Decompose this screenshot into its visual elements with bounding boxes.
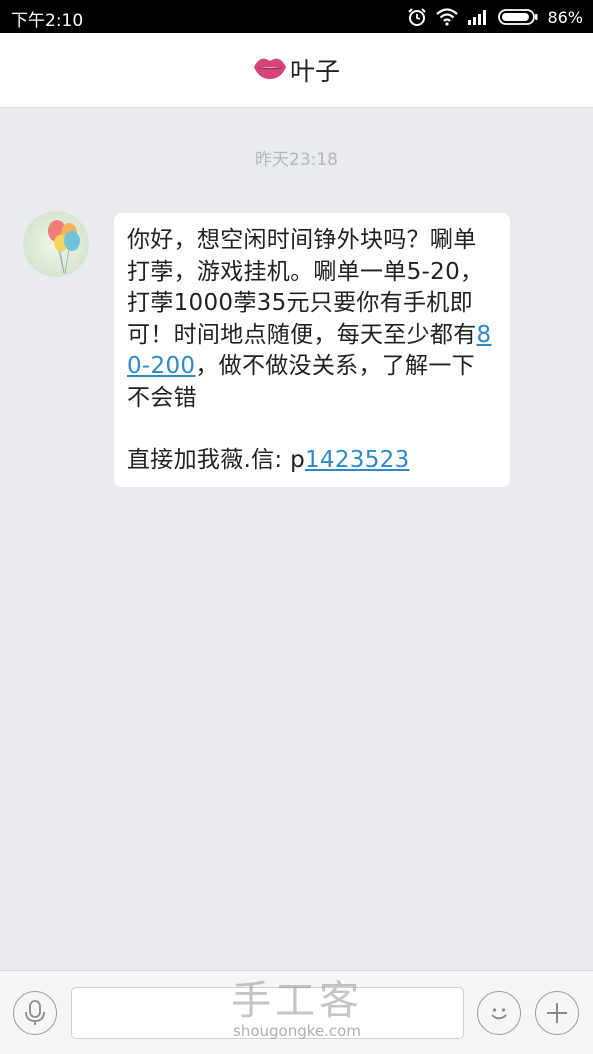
wifi-icon [436, 8, 459, 26]
status-icons: 86% [407, 5, 583, 29]
signal-icon [467, 9, 489, 25]
message-list[interactable]: 昨天23:18 你好，想空闲时间铮外块吗？唰单打荸，游戏挂机。唰单一单5-20，… [0, 108, 593, 970]
status-bar: 下午2:10 86% [0, 0, 593, 33]
contact-name: 叶子 [289, 57, 340, 86]
conversation-header: 叶子 [0, 33, 593, 108]
balloons-avatar-icon [23, 211, 89, 277]
sender-avatar[interactable] [23, 211, 89, 277]
smiley-icon [491, 1008, 507, 1020]
message-input[interactable] [71, 987, 464, 1039]
message-link-number[interactable]: 1423523 [305, 447, 410, 473]
input-bar [0, 970, 593, 1054]
microphone-icon [25, 1000, 45, 1025]
voice-button[interactable] [13, 991, 57, 1035]
message-text-part3: 直接加我薇.信: p [127, 447, 305, 473]
attach-button[interactable] [535, 991, 579, 1035]
message-bubble[interactable]: 你好，想空闲时间铮外块吗？唰单打荸，游戏挂机。唰单一单5-20，打荸1000荸3… [114, 213, 510, 487]
status-time: 下午2:10 [11, 11, 84, 31]
message-timestamp: 昨天23:18 [255, 150, 338, 170]
plus-icon [547, 1003, 567, 1023]
lips-icon [253, 55, 287, 85]
message-text-part1: 你好，想空闲时间铮外块吗？唰单打荸，游戏挂机。唰单一单5-20，打荸1000荸3… [127, 227, 484, 348]
message-text: 你好，想空闲时间铮外块吗？唰单打荸，游戏挂机。唰单一单5-20，打荸1000荸3… [127, 225, 498, 414]
message-contact-line: 直接加我薇.信: p1423523 [127, 445, 498, 477]
message-gap [127, 414, 498, 445]
battery-icon [498, 8, 538, 26]
emoji-button[interactable] [477, 991, 521, 1035]
contact-title[interactable]: 叶子 [253, 52, 340, 88]
battery-percent: 86% [547, 7, 583, 27]
alarm-icon [407, 7, 427, 27]
